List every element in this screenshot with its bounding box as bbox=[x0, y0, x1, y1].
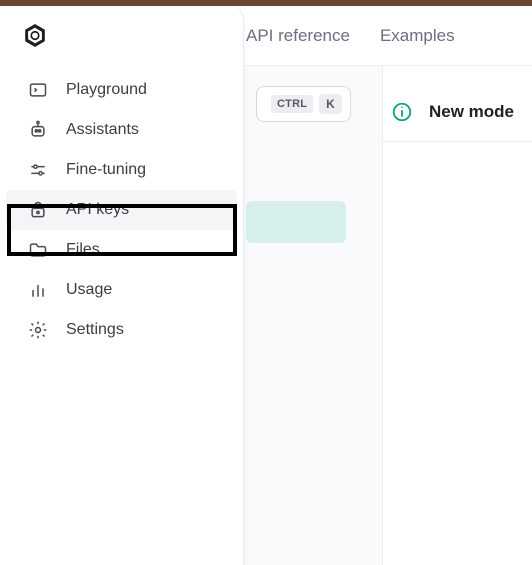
sidebar-item-usage[interactable]: Usage bbox=[6, 270, 237, 310]
sliders-icon bbox=[28, 160, 48, 180]
sidebar-item-api-keys[interactable]: API keys bbox=[6, 190, 237, 230]
gear-icon bbox=[28, 320, 48, 340]
folder-icon bbox=[28, 240, 48, 260]
nav-api-reference[interactable]: API reference bbox=[246, 26, 350, 46]
keyboard-shortcut-pill[interactable]: CTRL K bbox=[256, 86, 351, 122]
info-icon bbox=[391, 101, 413, 123]
sidebar-item-settings[interactable]: Settings bbox=[6, 310, 237, 350]
sidebar-item-label: Playground bbox=[66, 81, 147, 99]
banner-title: New mode bbox=[429, 102, 514, 122]
kbd-ctrl: CTRL bbox=[271, 95, 313, 113]
sidebar-item-label: Fine-tuning bbox=[66, 161, 146, 179]
sidebar-item-label: API keys bbox=[66, 201, 129, 219]
sidebar-item-label: Files bbox=[66, 241, 100, 259]
sidebar-item-playground[interactable]: Playground bbox=[6, 70, 237, 110]
openai-logo-icon[interactable] bbox=[0, 18, 243, 70]
sidebar-item-label: Settings bbox=[66, 321, 124, 339]
sidebar: Playground Assistants Fine-tuning bbox=[0, 6, 244, 565]
sidebar-item-assistants[interactable]: Assistants bbox=[6, 110, 237, 150]
lock-icon bbox=[28, 200, 48, 220]
sidebar-item-label: Assistants bbox=[66, 121, 139, 139]
sidebar-item-fine-tuning[interactable]: Fine-tuning bbox=[6, 150, 237, 190]
chart-icon bbox=[28, 280, 48, 300]
sidebar-item-files[interactable]: Files bbox=[6, 230, 237, 270]
right-info-panel: New mode bbox=[382, 66, 532, 565]
sidebar-item-label: Usage bbox=[66, 281, 112, 299]
sidebar-nav: Playground Assistants Fine-tuning bbox=[0, 70, 243, 350]
kbd-k: K bbox=[319, 94, 342, 114]
info-banner: New mode bbox=[383, 82, 532, 142]
terminal-icon bbox=[28, 80, 48, 100]
highlighted-content-row bbox=[246, 201, 346, 243]
robot-icon bbox=[28, 120, 48, 140]
nav-examples[interactable]: Examples bbox=[380, 26, 455, 46]
